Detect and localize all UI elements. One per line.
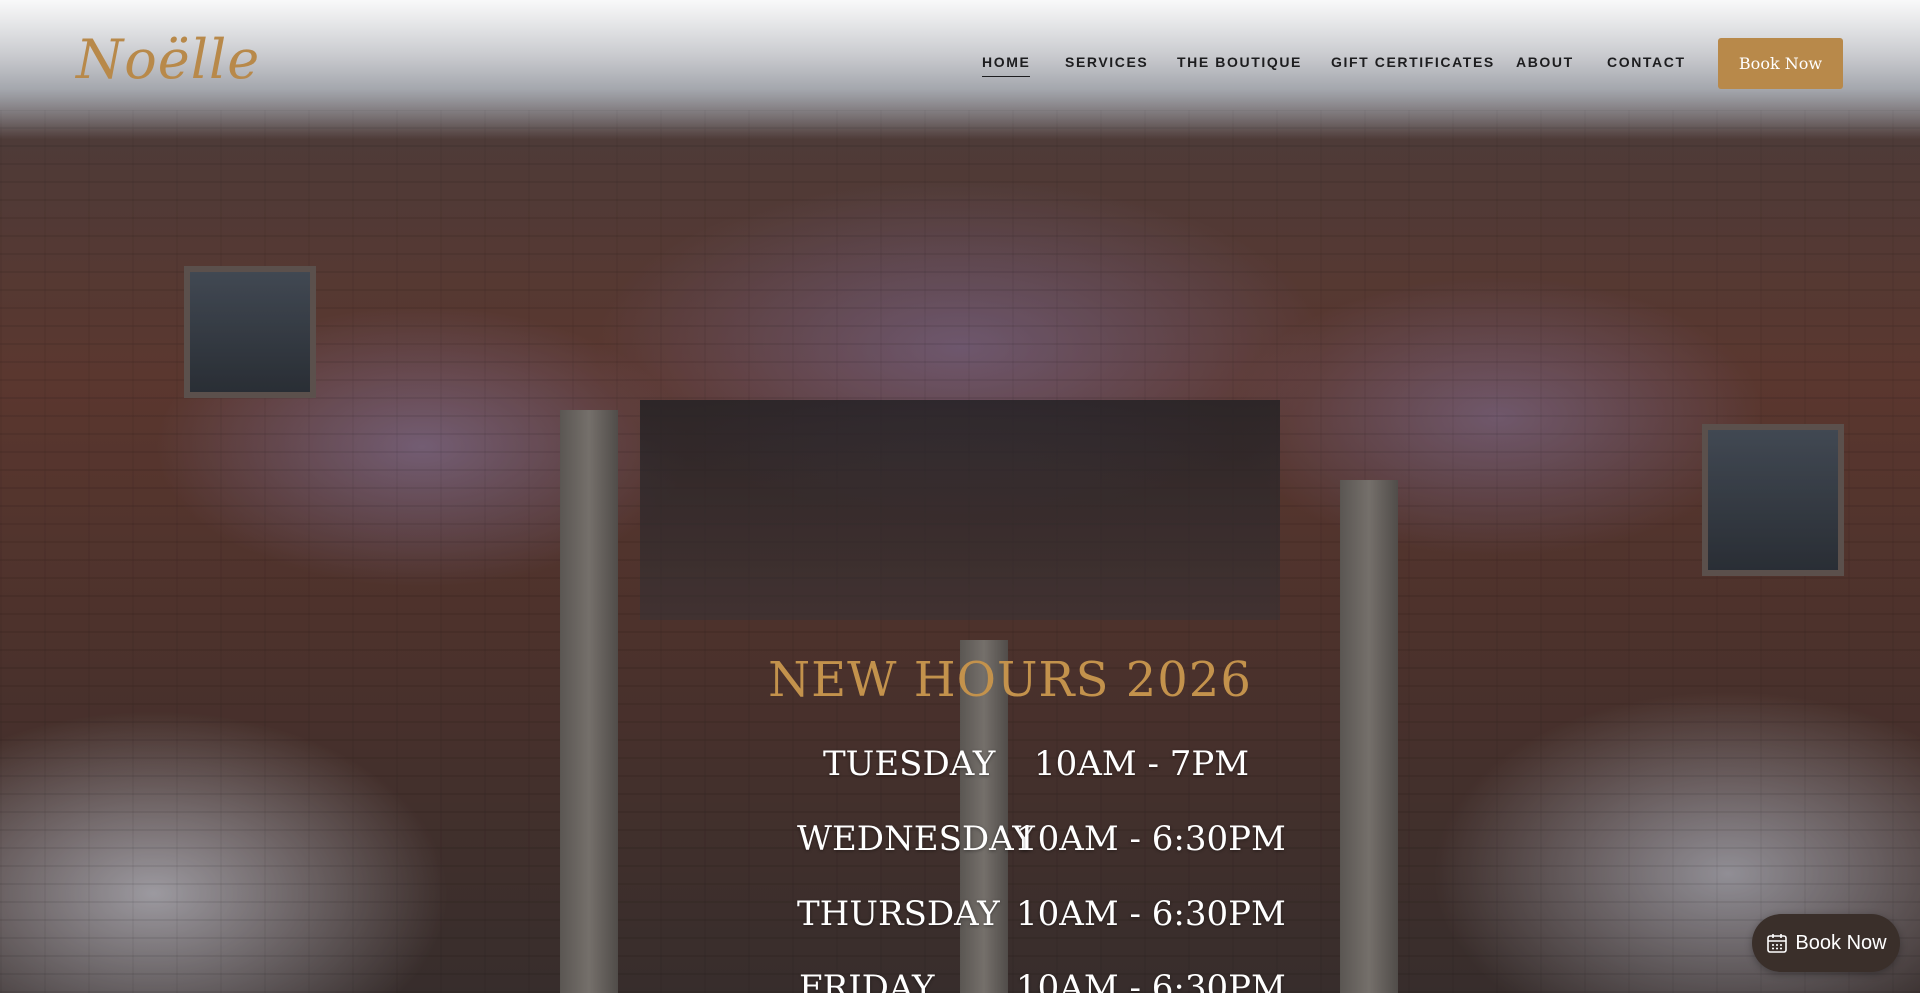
hours-time-thursday: 10AM - 6:30PM	[1016, 894, 1286, 934]
hours-day-wednesday: WEDNESDAY	[797, 819, 1035, 859]
nav-about[interactable]: ABOUT	[1516, 54, 1574, 70]
hours-day-tuesday: TUESDAY	[823, 744, 996, 784]
calendar-icon	[1765, 931, 1789, 955]
book-now-button[interactable]: Book Now	[1718, 38, 1843, 89]
nav-the-boutique[interactable]: THE BOUTIQUE	[1177, 54, 1302, 70]
floating-book-now-label: Book Now	[1795, 931, 1887, 954]
nav-services[interactable]: SERVICES	[1065, 54, 1148, 70]
floating-book-now-button[interactable]: Book Now	[1752, 914, 1900, 972]
hours-title: NEW HOURS 2026	[768, 652, 1252, 708]
hours-time-wednesday: 10AM - 6:30PM	[1016, 819, 1286, 859]
hero-section: Noëlle HOME SERVICES THE BOUTIQUE GIFT C…	[0, 0, 1920, 993]
hours-time-tuesday: 10AM - 7PM	[1034, 744, 1250, 784]
site-header: Noëlle HOME SERVICES THE BOUTIQUE GIFT C…	[0, 0, 1920, 128]
nav-home[interactable]: HOME	[982, 54, 1031, 77]
nav-contact[interactable]: CONTACT	[1607, 54, 1686, 70]
hours-time-friday: 10AM - 6:30PM	[1016, 968, 1286, 993]
hours-day-friday: FRIDAY	[799, 968, 935, 993]
site-logo[interactable]: Noëlle	[76, 28, 260, 91]
nav-gift-certificates[interactable]: GIFT CERTIFICATES	[1331, 54, 1495, 70]
hours-day-thursday: THURSDAY	[797, 894, 1000, 934]
